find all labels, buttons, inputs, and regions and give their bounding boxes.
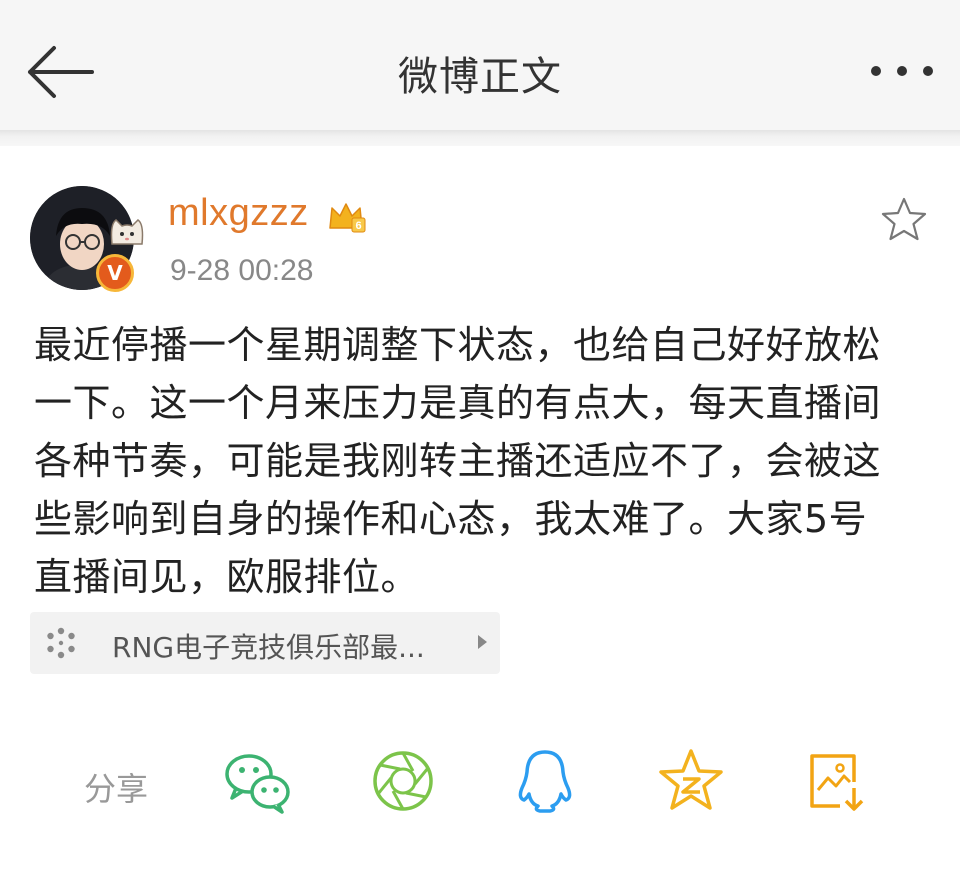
share-qzone-button[interactable] — [656, 746, 726, 816]
save-image-button[interactable] — [800, 746, 870, 816]
verified-badge: V — [96, 254, 134, 292]
share-qq-button[interactable] — [510, 746, 580, 816]
post-body-text: 最近停播一个星期调整下状态，也给自己好好放松 一下。这一个月来压力是真的有点大，… — [34, 323, 882, 599]
more-dots-icon — [871, 66, 933, 76]
post-card: V mlxgzzz 6 9-28 00:28 最近停播一个星期调整下状态，也给自… — [0, 146, 960, 883]
share-wechat-button[interactable] — [222, 746, 292, 816]
save-image-icon — [810, 754, 864, 811]
link-card-icon — [47, 627, 75, 659]
more-button[interactable] — [866, 56, 938, 86]
vip-crown-icon: 6 — [329, 203, 366, 233]
top-nav-bar: 微博正文 — [0, 0, 960, 130]
share-row: 分享 — [0, 746, 960, 826]
header-divider — [0, 130, 960, 146]
link-card[interactable]: RNG电子竞技俱乐部最... — [30, 612, 500, 674]
wechat-icon — [225, 754, 290, 814]
moments-aperture-icon — [373, 751, 433, 811]
vip-level: 6 — [355, 220, 361, 232]
qzone-star-icon — [659, 749, 723, 810]
page-title: 微博正文 — [398, 54, 562, 100]
cat-sticker-icon — [110, 219, 144, 245]
post-timestamp: 9-28 00:28 — [170, 254, 314, 287]
share-label: 分享 — [84, 770, 149, 808]
favorite-button[interactable] — [880, 196, 928, 242]
qq-penguin-icon — [518, 750, 572, 813]
link-card-text: RNG电子竞技俱乐部最... — [112, 631, 425, 664]
username[interactable]: mlxgzzz — [168, 192, 309, 235]
chevron-right-icon — [478, 635, 487, 649]
star-outline-icon — [881, 197, 927, 241]
share-moments-button[interactable] — [368, 746, 438, 816]
